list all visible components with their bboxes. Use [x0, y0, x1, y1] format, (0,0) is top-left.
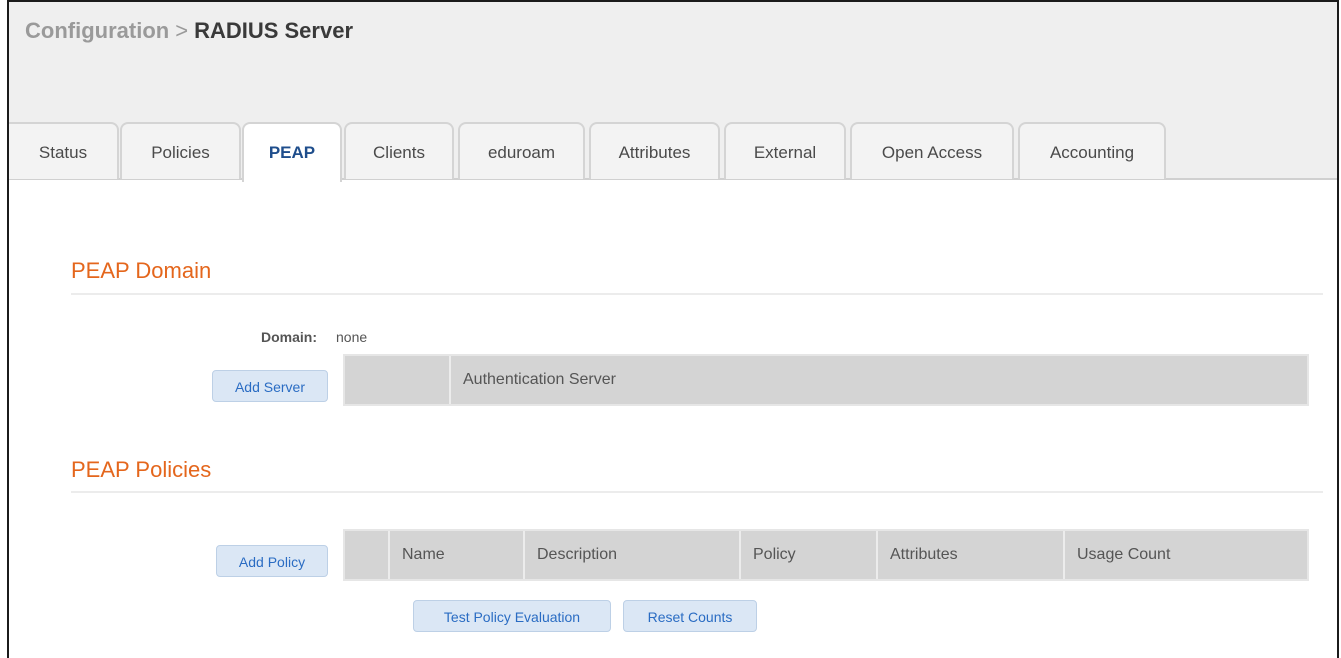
tab-policies[interactable]: Policies [120, 122, 241, 179]
tab-accounting[interactable]: Accounting [1018, 122, 1166, 179]
tab-open-access[interactable]: Open Access [850, 122, 1014, 179]
tab-clients[interactable]: Clients [344, 122, 454, 179]
authentication-server-table-header: Authentication Server [343, 354, 1309, 406]
breadcrumb-separator: > [175, 18, 189, 43]
usage-count-column-header[interactable]: Usage Count [1065, 531, 1307, 579]
page-title: RADIUS Server [194, 18, 354, 43]
attributes-column-header[interactable]: Attributes [878, 531, 1065, 579]
tab-bar: Status Policies PEAP Clients eduroam Att… [9, 122, 1337, 182]
add-policy-button[interactable]: Add Policy [216, 545, 328, 577]
tab-external[interactable]: External [724, 122, 846, 179]
add-server-button[interactable]: Add Server [212, 370, 328, 402]
policy-column-header[interactable]: Policy [741, 531, 878, 579]
peap-policies-heading: PEAP Policies [71, 457, 212, 482]
authentication-server-column-header[interactable]: Authentication Server [451, 356, 1307, 404]
tab-attributes[interactable]: Attributes [589, 122, 720, 179]
page-header: Configuration > RADIUS Server Status Polic… [9, 2, 1337, 182]
divider [71, 293, 1323, 295]
peap-domain-heading: PEAP Domain [71, 258, 212, 283]
divider [71, 491, 1323, 493]
reset-counts-button[interactable]: Reset Counts [623, 600, 757, 632]
tab-peap[interactable]: PEAP [242, 122, 342, 182]
breadcrumb: Configuration > RADIUS Server [25, 18, 353, 44]
breadcrumb-parent[interactable]: Configuration [25, 18, 169, 43]
name-column-header[interactable]: Name [390, 531, 525, 579]
select-column-header [345, 531, 390, 579]
test-policy-evaluation-button[interactable]: Test Policy Evaluation [413, 600, 611, 632]
policies-table-header: Name Description Policy Attributes Usage… [343, 529, 1309, 581]
radius-config-page: Configuration > RADIUS Server Status Polic… [7, 0, 1339, 658]
tab-status[interactable]: Status [9, 122, 119, 179]
tab-eduroam[interactable]: eduroam [458, 122, 585, 179]
description-column-header[interactable]: Description [525, 531, 741, 579]
select-column-header [345, 356, 451, 404]
domain-label: Domain: [261, 329, 317, 345]
domain-value: none [336, 329, 368, 345]
